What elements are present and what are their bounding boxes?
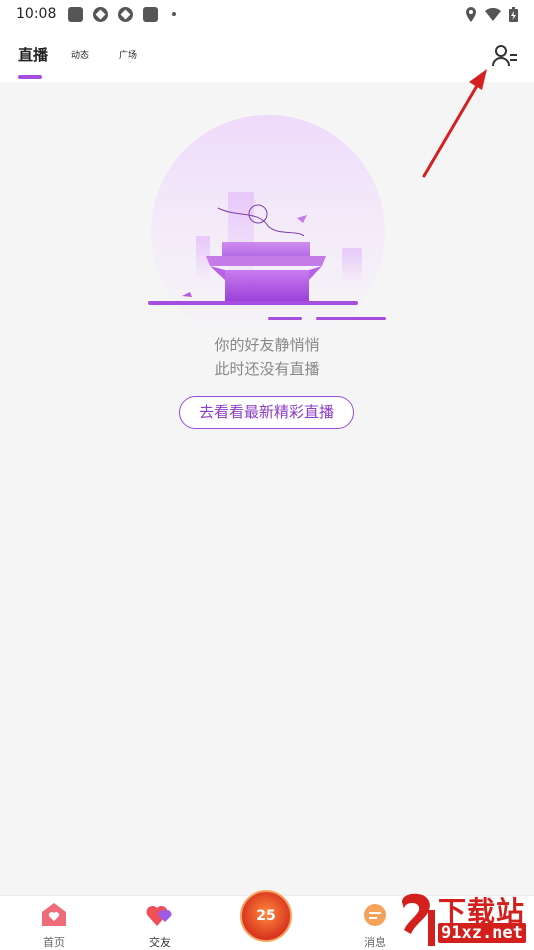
watch-live-button[interactable]: 去看看最新精彩直播	[179, 396, 354, 429]
empty-box-illustration	[148, 115, 386, 325]
watermark-url: 91xz.net	[438, 923, 526, 943]
notification-icon-2	[143, 6, 158, 22]
home-heart-icon	[42, 903, 66, 926]
friends-hearts-icon	[146, 905, 172, 926]
wifi-icon	[485, 7, 501, 21]
nav-center-event-button[interactable]: 25	[240, 890, 292, 942]
tab-indicator	[18, 75, 42, 79]
nav-messages-label: 消息	[364, 936, 386, 949]
top-tab-bar: 直播 动态 广场	[0, 28, 534, 82]
app-notification-icon	[93, 6, 108, 22]
message-icon	[364, 904, 386, 926]
location-icon	[466, 6, 476, 22]
site-watermark: 下载站 91xz.net	[398, 888, 534, 950]
app-notification-icon-2	[118, 6, 133, 22]
center-badge-text: 25	[256, 908, 276, 924]
battery-icon	[509, 6, 518, 22]
status-time: 10:08	[16, 6, 57, 22]
nav-friends-label: 交友	[149, 936, 171, 949]
empty-state-line2: 此时还没有直播	[214, 360, 320, 378]
user-list-icon[interactable]	[491, 42, 519, 70]
nav-messages[interactable]: 消息	[345, 902, 405, 950]
status-bar: 10:08	[0, 0, 534, 28]
watermark-logo-icon	[402, 893, 435, 946]
tab-square[interactable]: 广场	[119, 48, 137, 61]
notification-icon	[68, 6, 83, 22]
tab-dynamics[interactable]: 动态	[71, 48, 89, 61]
more-notifications-icon	[172, 12, 176, 16]
nav-friends[interactable]: 交友	[130, 902, 190, 950]
nav-home[interactable]: 首页	[24, 902, 84, 950]
nav-home-label: 首页	[43, 936, 65, 949]
empty-state-line1: 你的好友静悄悄	[214, 336, 320, 354]
tab-live[interactable]: 直播	[18, 44, 48, 65]
